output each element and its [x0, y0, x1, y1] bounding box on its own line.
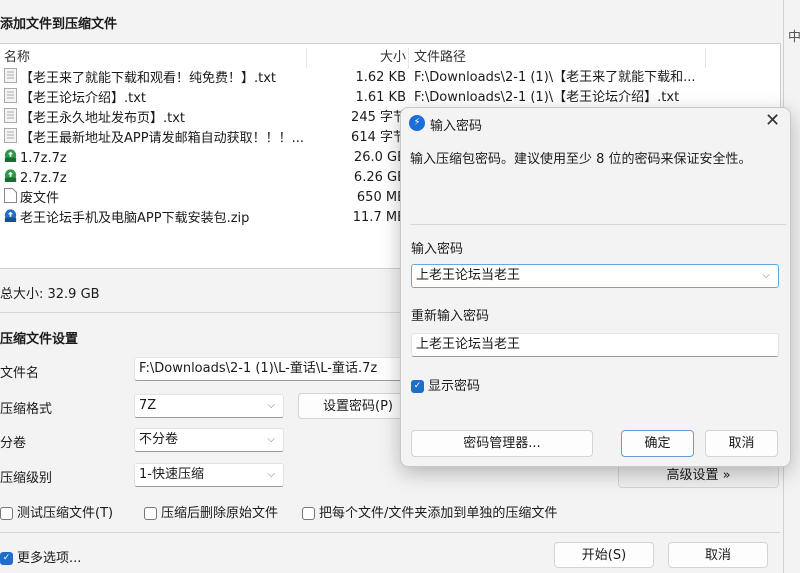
file-path: F:\Downloads\2-1 (1)\【老王论坛介绍】.txt: [414, 90, 680, 105]
delete-after-checkbox[interactable]: 压缩后删除原始文件: [144, 502, 278, 521]
split-label: 分卷: [0, 436, 27, 451]
close-icon[interactable]: ✕: [765, 110, 780, 131]
file-size: 614 字节: [351, 130, 406, 145]
file-name: 废文件: [20, 191, 60, 206]
file-size: 26.0 GB: [353, 150, 406, 165]
dialog-cancel-button[interactable]: 取消: [705, 430, 778, 457]
test-checkbox[interactable]: 测试压缩文件(T): [0, 502, 113, 521]
reenter-label: 重新输入密码: [411, 309, 490, 324]
file-size: 1.61 KB: [355, 90, 406, 105]
file-name: 【老王永久地址发布页】.txt: [20, 111, 186, 126]
password-combo[interactable]: 上老王论坛当老王 ⌵: [411, 264, 779, 288]
file-size: 11.7 MB: [352, 210, 406, 225]
file-path: F:\Downloads\2-1 (1)\【老王来了就能下载和...: [414, 70, 696, 85]
blank-file-icon: [4, 188, 17, 210]
file-row[interactable]: 【老王论坛介绍】.txt 1.61 KB F:\Downloads\2-1 (1)\…: [0, 88, 780, 108]
filename-input[interactable]: F:\Downloads\2-1 (1)\L-童话\L-童话.7z: [134, 357, 414, 381]
level-label: 压缩级别: [0, 471, 53, 486]
file-name: 2.7z.7z: [20, 171, 67, 186]
zip-archive-icon: [4, 208, 17, 230]
separate-checkbox[interactable]: 把每个文件/文件夹添加到单独的压缩文件: [302, 502, 557, 521]
show-password-label: 显示密码: [428, 379, 481, 394]
7z-archive-icon: [4, 148, 17, 170]
divider: [410, 224, 786, 225]
password-manager-button[interactable]: 密码管理器...: [411, 430, 593, 457]
app-logo-icon: ⚡: [409, 115, 425, 131]
level-value: 1-快速压缩: [139, 467, 204, 482]
reenter-input[interactable]: 上老王论坛当老王: [411, 333, 779, 357]
text-file-icon: [4, 128, 17, 150]
settings-title: 压缩文件设置: [0, 332, 79, 347]
chevron-down-icon: ⌵: [762, 270, 770, 281]
7z-archive-icon: [4, 168, 17, 190]
file-name: 【老王最新地址及APP请发邮箱自动获取！！！...: [20, 131, 304, 146]
test-label: 测试压缩文件(T): [17, 506, 114, 521]
file-size: 1.62 KB: [355, 70, 406, 85]
file-size: 6.26 GB: [353, 170, 406, 185]
more-options-checkbox[interactable]: ✓ 更多选项...: [0, 547, 81, 566]
chevron-down-icon: ⌵: [267, 469, 275, 480]
chevron-down-icon: ⌵: [267, 434, 275, 445]
file-name: 【老王论坛介绍】.txt: [20, 91, 147, 106]
text-file-icon: [4, 108, 17, 130]
ok-button[interactable]: 确定: [621, 430, 694, 457]
split-select[interactable]: 不分卷 ⌵: [134, 428, 284, 452]
password-dialog: ⚡ 输入密码 ✕ 输入压缩包密码。建议使用至少 8 位的密码来保证安全性。 输入…: [400, 107, 791, 467]
split-value: 不分卷: [139, 432, 179, 447]
file-name: 【老王来了就能下载和观看！纯免费！】.txt: [20, 71, 277, 86]
format-value: 7Z: [139, 398, 157, 413]
file-size: 650 MB: [356, 190, 406, 205]
file-name: 老王论坛手机及电脑APP下载安装包.zip: [20, 211, 250, 226]
column-path[interactable]: 文件路径: [414, 48, 466, 68]
level-select[interactable]: 1-快速压缩 ⌵: [134, 463, 284, 487]
file-row[interactable]: 【老王来了就能下载和观看！纯免费！】.txt 1.62 KB F:\Download…: [0, 68, 780, 88]
dialog-title: 输入密码: [430, 119, 483, 134]
cancel-button[interactable]: 取消: [668, 542, 768, 568]
password-label: 输入密码: [411, 242, 464, 257]
file-size: 245 字节: [351, 110, 406, 125]
column-name[interactable]: 名称: [4, 48, 30, 68]
password-value: 上老王论坛当老王: [416, 268, 521, 283]
text-file-icon: [4, 88, 17, 110]
total-size: 总大小: 32.9 GB: [0, 287, 100, 302]
filename-label: 文件名: [0, 366, 40, 381]
file-name: 1.7z.7z: [20, 151, 67, 166]
text-file-icon: [4, 68, 17, 90]
start-button[interactable]: 开始(S): [554, 542, 654, 568]
more-options-label: 更多选项...: [17, 551, 82, 566]
window-title: 添加文件到压缩文件: [0, 17, 118, 32]
divider: [0, 532, 780, 533]
column-size[interactable]: 大小: [380, 48, 406, 68]
side-label: 中: [788, 30, 800, 45]
separate-label: 把每个文件/文件夹添加到单独的压缩文件: [319, 506, 558, 521]
dialog-description: 输入压缩包密码。建议使用至少 8 位的密码来保证安全性。: [410, 152, 752, 167]
delete-after-label: 压缩后删除原始文件: [161, 506, 279, 521]
chevron-down-icon: ⌵: [267, 400, 275, 411]
format-select[interactable]: 7Z ⌵: [134, 394, 284, 418]
format-label: 压缩格式: [0, 402, 53, 417]
list-header: 名称 大小 文件路径: [0, 48, 780, 68]
show-password-checkbox[interactable]: ✓ 显示密码: [411, 375, 480, 394]
